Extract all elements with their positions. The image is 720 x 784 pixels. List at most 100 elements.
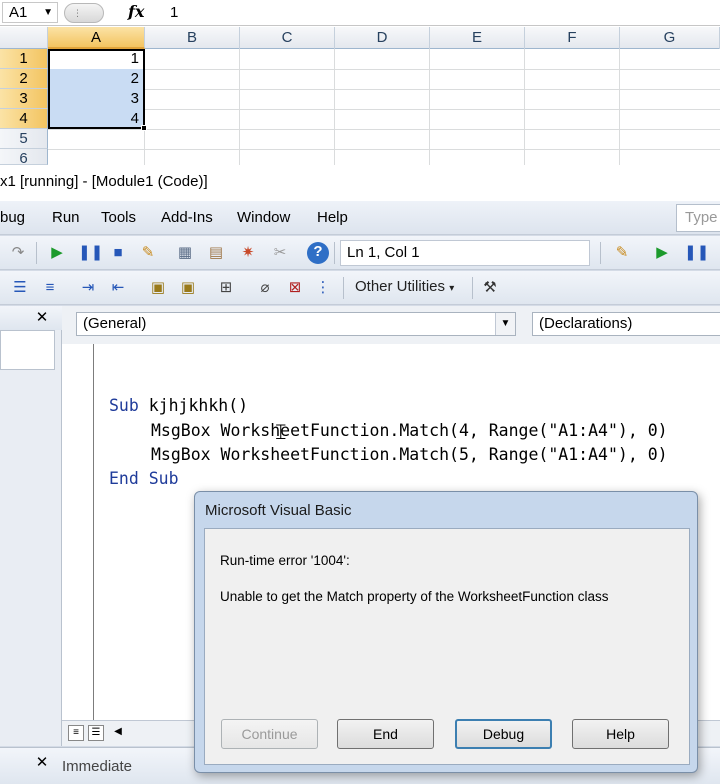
code-line-1[interactable]: Sub kjhjkhkh() bbox=[109, 396, 248, 415]
formula-bar-expand-control[interactable]: ⋮ bbox=[64, 3, 104, 23]
continue-button[interactable]: Continue bbox=[221, 719, 318, 749]
code-window-header: (General) ▼ (Declarations) bbox=[62, 306, 720, 344]
menu-window[interactable]: Window bbox=[237, 209, 290, 226]
properties-icon[interactable]: ▤ bbox=[206, 243, 226, 263]
uncomment-icon[interactable]: ▣ bbox=[178, 278, 198, 298]
formula-input[interactable]: 1 bbox=[170, 4, 178, 21]
dropdown-arrow-icon: ▾ bbox=[449, 283, 455, 294]
selection-border bbox=[48, 49, 145, 129]
object-combo[interactable]: (General) ▼ bbox=[76, 312, 516, 336]
toolbox-icon[interactable]: ✂ bbox=[270, 243, 290, 263]
redo-icon[interactable]: ↷ bbox=[8, 243, 28, 263]
row-header-5[interactable]: 5 bbox=[0, 129, 48, 149]
code-text: kjhjkhkh() bbox=[138, 396, 249, 415]
mouse-cursor-icon: 𝙸 bbox=[273, 420, 289, 445]
dialog-body: Run-time error '1004': Unable to get the… bbox=[204, 528, 690, 765]
dialog-title: Microsoft Visual Basic bbox=[205, 502, 352, 519]
menu-tools[interactable]: Tools bbox=[101, 209, 136, 226]
toolbar-separator bbox=[600, 242, 601, 264]
dropdown-arrow-icon[interactable]: ▼ bbox=[43, 3, 53, 22]
object-combo-value: (General) bbox=[83, 315, 147, 332]
toolbox-wrench-icon[interactable]: ⚒ bbox=[480, 278, 500, 298]
select-all-corner[interactable] bbox=[0, 27, 48, 49]
keyword: Sub bbox=[109, 396, 139, 415]
call-stack-icon[interactable]: ⋮ bbox=[313, 278, 333, 298]
design-mode-icon[interactable]: ✎ bbox=[138, 243, 158, 263]
error-title: Run-time error '1004': bbox=[220, 553, 350, 568]
error-message: Unable to get the Match property of the … bbox=[220, 589, 609, 604]
fill-handle[interactable] bbox=[141, 125, 147, 131]
help-icon[interactable]: ? bbox=[307, 242, 329, 264]
column-header-e[interactable]: E bbox=[430, 27, 525, 49]
menu-help[interactable]: Help bbox=[317, 209, 348, 226]
row-header-1[interactable]: 1 bbox=[0, 49, 48, 69]
toolbar-separator bbox=[343, 277, 344, 299]
column-header-d[interactable]: D bbox=[335, 27, 430, 49]
stop-icon[interactable]: ■ bbox=[108, 243, 128, 263]
bookmark-icon[interactable]: ⊞ bbox=[216, 278, 236, 298]
comment-icon[interactable]: ▣ bbox=[148, 278, 168, 298]
object-browser-icon[interactable]: ✷ bbox=[238, 243, 258, 263]
project-tree[interactable] bbox=[0, 330, 55, 370]
full-module-view-icon[interactable]: ☰ bbox=[88, 725, 104, 741]
name-box-value: A1 bbox=[9, 4, 28, 21]
fx-icon[interactable]: fx bbox=[128, 2, 144, 21]
code-line-2[interactable]: MsgBox WorksheetFunction.Match(4, Range(… bbox=[151, 421, 668, 440]
procedure-combo[interactable]: (Declarations) bbox=[532, 312, 720, 336]
error-dialog: Microsoft Visual Basic Run-time error '1… bbox=[194, 491, 698, 773]
menu-run[interactable]: Run bbox=[52, 209, 80, 226]
indent-icon[interactable]: ⇥ bbox=[78, 278, 98, 298]
code-margin-indicator-bar[interactable] bbox=[62, 344, 94, 720]
column-header-g[interactable]: G bbox=[620, 27, 720, 49]
project-pane-header: ✕ bbox=[0, 306, 62, 330]
row-header-4[interactable]: 4 bbox=[0, 109, 48, 129]
other-utilities-label: Other Utilities bbox=[355, 278, 446, 295]
menu-debug[interactable]: bug bbox=[0, 209, 25, 226]
toolbar-separator bbox=[334, 242, 335, 264]
menu-add-ins[interactable]: Add-Ins bbox=[161, 209, 213, 226]
pause-icon[interactable]: ❚❚ bbox=[684, 243, 709, 263]
row-header-3[interactable]: 3 bbox=[0, 89, 48, 109]
row-header-6[interactable]: 6 bbox=[0, 149, 48, 165]
eraser-icon[interactable]: ⌀ bbox=[255, 278, 275, 298]
grid-line bbox=[239, 49, 240, 165]
formula-bar: A1 ▼ ⋮ fx 1 bbox=[0, 0, 720, 26]
column-header-c[interactable]: C bbox=[240, 27, 335, 49]
dropdown-arrow-icon[interactable]: ▼ bbox=[495, 313, 515, 335]
toolbar-separator bbox=[36, 242, 37, 264]
grid-line bbox=[48, 109, 720, 110]
debug-button[interactable]: Debug bbox=[455, 719, 552, 749]
help-search-input[interactable]: Type bbox=[676, 204, 720, 232]
run-icon[interactable]: ▶ bbox=[652, 243, 672, 263]
grid-line bbox=[48, 69, 720, 70]
list-properties-icon[interactable]: ☰ bbox=[10, 278, 30, 298]
column-header-b[interactable]: B bbox=[145, 27, 240, 49]
column-header-f[interactable]: F bbox=[525, 27, 620, 49]
excel-window: A1 ▼ ⋮ fx 1 A B C D E F G 1 2 3 4 5 6 1 … bbox=[0, 0, 720, 165]
column-header-a[interactable]: A bbox=[48, 27, 145, 49]
pause-icon[interactable]: ❚❚ bbox=[78, 243, 103, 263]
immediate-pane-title: Immediate bbox=[62, 758, 133, 775]
project-explorer-icon[interactable]: ▦ bbox=[175, 243, 195, 263]
grid-line bbox=[48, 89, 720, 90]
clear-bookmarks-icon[interactable]: ⊠ bbox=[285, 278, 305, 298]
design-mode-icon[interactable]: ✎ bbox=[612, 243, 632, 263]
close-icon[interactable]: ✕ bbox=[34, 310, 50, 326]
help-button[interactable]: Help bbox=[572, 719, 669, 749]
column-header-row: A B C D E F G bbox=[0, 27, 720, 49]
code-line-4[interactable]: End Sub bbox=[109, 469, 179, 488]
row-header-2[interactable]: 2 bbox=[0, 69, 48, 89]
outdent-icon[interactable]: ⇤ bbox=[108, 278, 128, 298]
grid-line bbox=[524, 49, 525, 165]
run-icon[interactable]: ▶ bbox=[47, 243, 67, 263]
code-line-3[interactable]: MsgBox WorksheetFunction.Match(5, Range(… bbox=[151, 445, 668, 464]
procedure-combo-value: (Declarations) bbox=[539, 315, 633, 332]
scroll-left-icon[interactable]: ◀ bbox=[110, 725, 126, 741]
close-icon[interactable]: ✕ bbox=[34, 755, 50, 771]
end-button[interactable]: End bbox=[337, 719, 434, 749]
name-box[interactable]: A1 ▼ bbox=[2, 2, 58, 23]
list-constants-icon[interactable]: ≡ bbox=[40, 278, 60, 298]
other-utilities-menu[interactable]: Other Utilities ▾ bbox=[355, 278, 454, 295]
procedure-view-icon[interactable]: ≡ bbox=[68, 725, 84, 741]
project-pane: ✕ bbox=[0, 306, 62, 746]
